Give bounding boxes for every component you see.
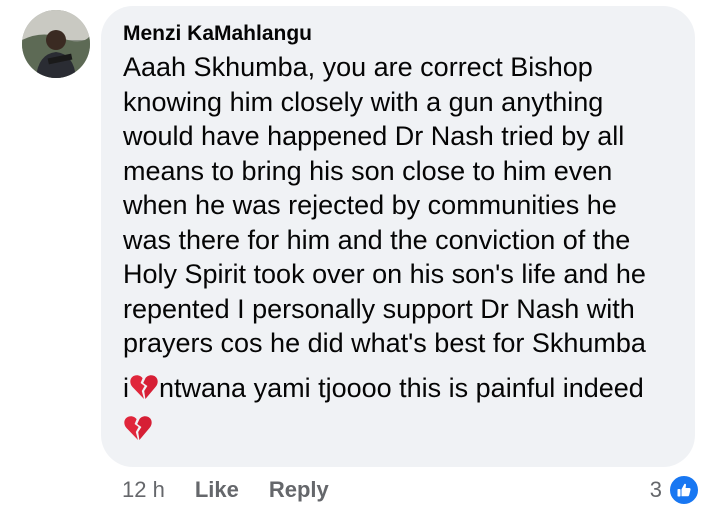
comment-bubble: Menzi KaMahlangu Aaah Skhumba, you are c… bbox=[101, 6, 695, 467]
reaction-summary[interactable]: 3 bbox=[650, 474, 700, 506]
comment-container: Menzi KaMahlangu Aaah Skhumba, you are c… bbox=[0, 0, 720, 507]
comment-emoji-line bbox=[123, 413, 675, 447]
avatar-image bbox=[22, 10, 90, 78]
comment-second-line-text: ntwana yami tjoooo this is painful indee… bbox=[159, 372, 644, 403]
comment-author[interactable]: Menzi KaMahlangu bbox=[123, 20, 675, 48]
comment-text: Aaah Skhumba, you are correct Bishop kno… bbox=[123, 52, 646, 358]
broken-heart-icon bbox=[129, 372, 159, 402]
comment-second-line: i ntwana yami tjoooo this is painful ind… bbox=[123, 371, 675, 405]
reply-button[interactable]: Reply bbox=[269, 477, 329, 503]
broken-heart-icon bbox=[123, 413, 153, 443]
thumbs-up-icon bbox=[668, 474, 700, 506]
comment-actions: 12 h Like Reply bbox=[122, 474, 359, 506]
like-button[interactable]: Like bbox=[195, 477, 239, 503]
comment-timestamp[interactable]: 12 h bbox=[122, 477, 165, 503]
avatar[interactable] bbox=[22, 10, 90, 78]
reaction-count: 3 bbox=[649, 477, 662, 502]
